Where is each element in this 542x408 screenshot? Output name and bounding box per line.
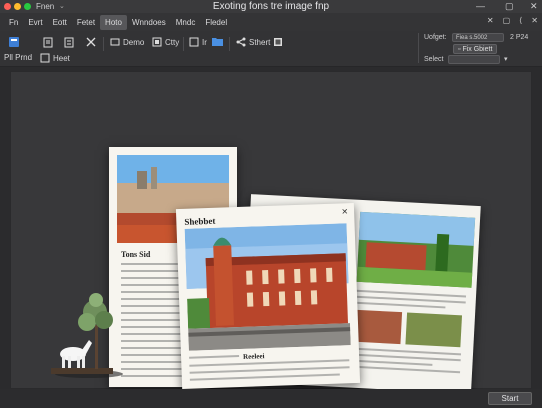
close-tab-icon[interactable]: ✕: [487, 16, 494, 25]
sheet-icon: [40, 53, 50, 63]
start-button[interactable]: Start: [488, 392, 532, 405]
pdf-print-icon[interactable]: [8, 36, 20, 48]
fix-object-label: Fix Gbiett: [462, 46, 493, 53]
select-chevron-down-icon[interactable]: ▾: [504, 55, 508, 63]
menu-mode[interactable]: Mndc: [171, 15, 201, 30]
fix-object-button[interactable]: ▫ Fix Gbiett: [453, 44, 498, 54]
canvas[interactable]: Tons Sid Shebbet ✕ Reeleei: [10, 71, 532, 394]
menu-photo[interactable]: Hoto: [100, 14, 127, 30]
upright-label: Uofget:: [424, 34, 447, 41]
sheet-button[interactable]: Heet: [40, 53, 70, 63]
window-title: Exoting fons tre image fnp: [212, 1, 330, 12]
start-tool-button[interactable]: Sthert: [236, 37, 270, 47]
pdf-print-label[interactable]: Pll Prnd: [4, 53, 32, 62]
minimize-icon[interactable]: —: [476, 1, 485, 11]
select-label: Select: [424, 56, 444, 63]
figurine-illustration: [51, 293, 123, 378]
toolbar-divider: [103, 37, 104, 51]
demo-button[interactable]: Demo: [110, 37, 144, 47]
dismiss-icon[interactable]: ✕: [531, 16, 538, 25]
toolbar: Pll Prnd Heet Demo Ctty Ir Sthert Uofget…: [0, 31, 542, 67]
title-bar: Fnen ⌄ Exoting fons tre image fnp — ▢ ✕: [0, 0, 542, 13]
menu-windows[interactable]: Wnndoes: [127, 15, 171, 30]
toolbar-divider: [183, 37, 184, 51]
delete-icon[interactable]: [86, 37, 96, 47]
menu-filter[interactable]: Fledel: [200, 15, 232, 30]
document-icon[interactable]: [64, 37, 74, 48]
demo-icon: [110, 38, 120, 46]
share-icon: [236, 37, 246, 47]
toolbar-divider: [229, 37, 230, 51]
size-value: 2 P24: [510, 34, 529, 41]
page-front-header: Shebbet: [184, 215, 216, 227]
close-icon[interactable]: ✕: [530, 1, 538, 12]
image-icon[interactable]: [273, 37, 283, 47]
page-close-icon[interactable]: ✕: [341, 207, 348, 216]
maximize-icon[interactable]: ▢: [505, 1, 514, 12]
select-dropdown[interactable]: [448, 55, 500, 64]
start-tool-label: Sthert: [249, 37, 271, 47]
status-bar: [0, 389, 542, 408]
sheet-label: Heet: [53, 53, 70, 63]
city-label: Ctty: [165, 37, 180, 47]
menu-bar: Fn Evrt Eott Fetet Hoto Wnndoes Mndc Fle…: [0, 13, 542, 31]
folder-icon[interactable]: [212, 37, 223, 46]
layer-icon: [189, 37, 199, 47]
menu-edit[interactable]: Evrt: [23, 15, 47, 30]
page-front-photo: [184, 223, 351, 351]
menu-edit-2[interactable]: Eott: [48, 15, 72, 30]
layer-label: Ir: [202, 37, 207, 47]
frame-icon[interactable]: ▢: [503, 16, 511, 25]
city-icon: [152, 37, 162, 47]
layer-button[interactable]: Ir: [189, 37, 207, 47]
clipboard-icon[interactable]: [43, 37, 53, 48]
share-icon[interactable]: ⟨: [519, 16, 522, 25]
page-front-caption: Reeleei: [242, 352, 265, 361]
page-left-title: Tons Sid: [121, 250, 151, 259]
upright-field[interactable]: Fiea s.5002: [452, 33, 504, 42]
demo-label: Demo: [123, 37, 145, 47]
menu-file[interactable]: Fn: [4, 15, 23, 30]
city-button[interactable]: Ctty: [152, 37, 179, 47]
menu-select[interactable]: Fetet: [72, 15, 100, 30]
page-front[interactable]: Shebbet ✕ Reeleei: [175, 202, 361, 390]
panel-divider: [418, 33, 419, 63]
